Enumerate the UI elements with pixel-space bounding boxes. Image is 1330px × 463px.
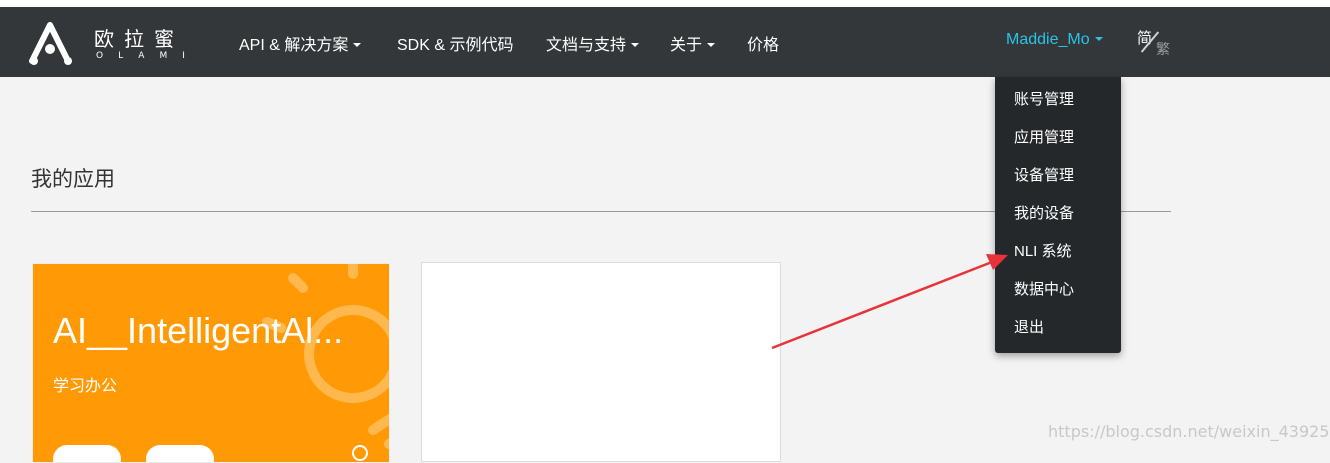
- app-card-button-1[interactable]: [53, 445, 121, 462]
- olami-logo[interactable]: 欧拉蜜 OLAMI: [28, 21, 208, 67]
- caret-down-icon: [707, 43, 716, 47]
- caret-down-icon: [1094, 37, 1103, 41]
- nav-about-label: 关于: [670, 37, 703, 54]
- app-card[interactable]: AI__IntelligentAl... 学习办公: [32, 263, 390, 463]
- nav-api-solutions-label: API & 解决方案: [239, 37, 349, 54]
- language-switcher[interactable]: 简 繁: [1137, 25, 1177, 61]
- olami-logo-icon: [29, 22, 72, 65]
- menu-item-devices[interactable]: 设备管理: [1014, 164, 1074, 185]
- logo-text-cn: 欧拉蜜: [94, 27, 184, 51]
- nav-sdk-samples[interactable]: SDK & 示例代码: [397, 31, 513, 55]
- caret-down-icon: [631, 43, 640, 47]
- app-card-options-icon[interactable]: [352, 445, 368, 461]
- user-menu-toggle[interactable]: Maddie_Mo: [1006, 31, 1103, 49]
- new-app-card[interactable]: [421, 262, 781, 462]
- user-dropdown-menu: 账号管理 应用管理 设备管理 我的设备 NLI 系统 数据中心 退出: [995, 77, 1121, 353]
- watermark-text: https://blog.csdn.net/weixin_43925843: [1048, 422, 1330, 441]
- menu-item-logout[interactable]: 退出: [1014, 316, 1044, 337]
- sun-decoration-icon: [262, 264, 389, 449]
- nav-pricing-label: 价格: [747, 37, 780, 54]
- nav-pricing[interactable]: 价格: [747, 31, 779, 55]
- app-name: AI__IntelligentAl...: [53, 310, 344, 351]
- caret-down-icon: [353, 43, 362, 47]
- nav-api-solutions[interactable]: API & 解决方案: [239, 31, 362, 55]
- menu-item-my-devices[interactable]: 我的设备: [1014, 202, 1074, 223]
- logo-text-en: OLAMI: [96, 51, 200, 61]
- page-title: 我的应用: [31, 168, 115, 191]
- menu-item-data-center[interactable]: 数据中心: [1014, 278, 1074, 299]
- lang-traditional[interactable]: 繁: [1156, 39, 1170, 59]
- nav-sdk-samples-label: SDK & 示例代码: [397, 37, 514, 54]
- nav-docs-support-label: 文档与支持: [546, 37, 627, 54]
- top-strip: [0, 0, 1330, 7]
- app-category: 学习办公: [53, 378, 118, 395]
- app-card-button-2[interactable]: [146, 445, 214, 462]
- top-navbar: 欧拉蜜 OLAMI API & 解决方案 SDK & 示例代码 文档与支持 关于…: [0, 7, 1330, 77]
- nav-about[interactable]: 关于: [670, 31, 716, 55]
- username-label: Maddie_Mo: [1006, 31, 1090, 48]
- menu-item-nli-system[interactable]: NLI 系统: [1014, 240, 1072, 261]
- menu-item-apps[interactable]: 应用管理: [1014, 126, 1074, 147]
- nav-docs-support[interactable]: 文档与支持: [546, 31, 640, 55]
- menu-item-account[interactable]: 账号管理: [1014, 88, 1074, 109]
